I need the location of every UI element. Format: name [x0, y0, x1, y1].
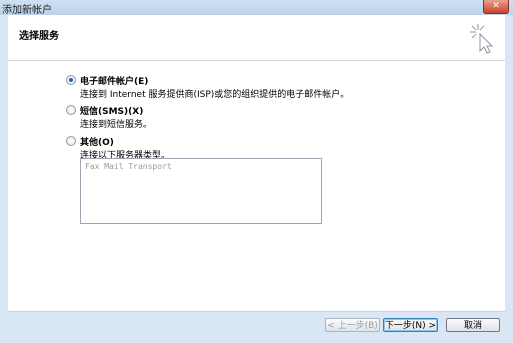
back-button[interactable]: < 上一步(B): [325, 318, 380, 332]
wizard-sparkle-cursor-icon: [470, 24, 494, 54]
sms-description: 连接到短信服务。: [80, 120, 153, 130]
email-label: 电子邮件帐户(E): [80, 77, 149, 87]
footer-divider: [8, 311, 505, 312]
list-item[interactable]: Fax Mail Transport: [85, 162, 172, 171]
close-button[interactable]: ✕: [483, 0, 509, 14]
sms-label: 短信(SMS)(X): [80, 107, 144, 117]
cancel-button[interactable]: 取消: [446, 318, 500, 332]
other-radio[interactable]: [66, 136, 76, 146]
add-account-dialog: 添加新帐户 ✕ 选择服务 电子邮件帐户(E) 连接到 Internet 服务提供…: [0, 0, 513, 343]
sms-radio[interactable]: [66, 105, 76, 115]
other-label: 其他(O): [80, 138, 114, 148]
wizard-header: 选择服务: [8, 15, 505, 61]
server-type-list[interactable]: Fax Mail Transport: [80, 158, 322, 224]
window-title: 添加新帐户: [2, 5, 52, 16]
next-button[interactable]: 下一步(N) >: [383, 318, 438, 332]
service-selection-panel: 电子邮件帐户(E) 连接到 Internet 服务提供商(ISP)或您的组织提供…: [8, 61, 505, 311]
title-bar[interactable]: 添加新帐户 ✕: [0, 0, 513, 16]
email-radio[interactable]: [66, 75, 76, 85]
email-description: 连接到 Internet 服务提供商(ISP)或您的组织提供的电子邮件帐户。: [80, 90, 350, 100]
page-title: 选择服务: [19, 31, 59, 42]
